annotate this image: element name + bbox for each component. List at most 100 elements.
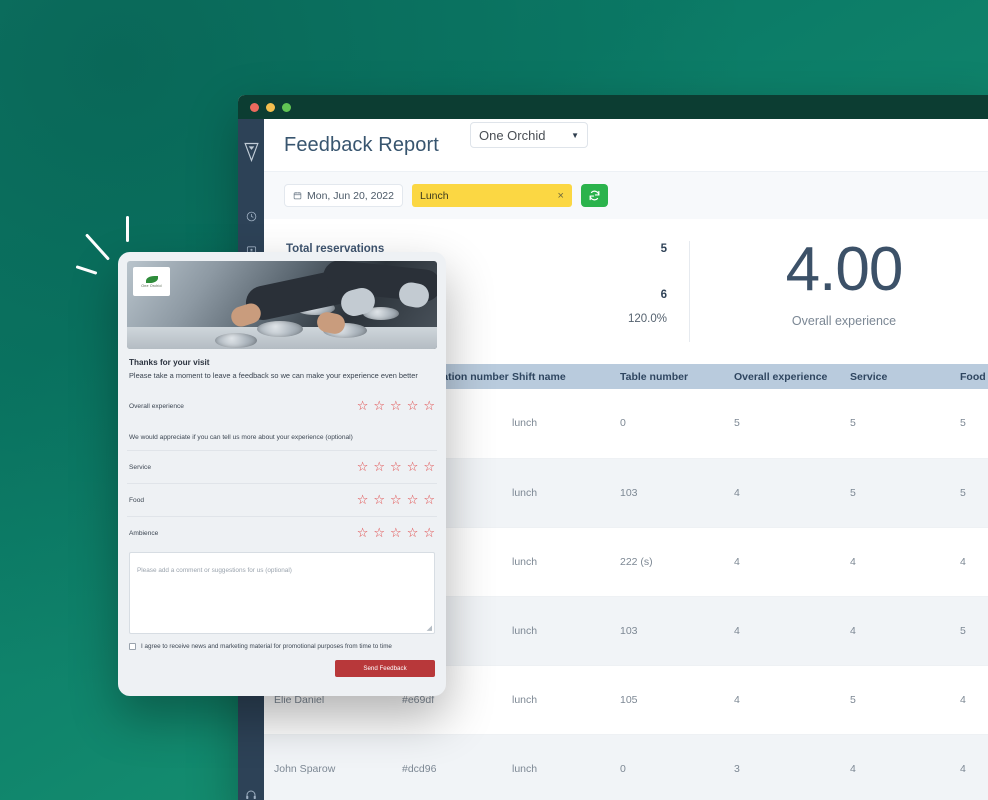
- feedback-title: Thanks for your visit: [129, 358, 210, 367]
- restaurant-hero-image: One Orchid: [127, 261, 437, 349]
- stat-value: 5: [660, 243, 667, 255]
- plate: [257, 321, 303, 337]
- sidebar-item-support[interactable]: [238, 789, 264, 800]
- shift-filter-tag[interactable]: Lunch ×: [411, 184, 572, 207]
- star-icon[interactable]: ☆: [373, 400, 385, 413]
- close-button[interactable]: [250, 102, 259, 112]
- cell-service: 5: [840, 458, 950, 528]
- star-icon[interactable]: ☆: [357, 461, 369, 474]
- feedback-subtitle: Please take a moment to leave a feedback…: [129, 371, 418, 380]
- star-icon[interactable]: ☆: [423, 527, 435, 540]
- star-icon[interactable]: ☆: [373, 527, 385, 540]
- top-bar: Feedback Report One Orchid ▼: [264, 119, 988, 171]
- cell-table-number: 0: [610, 389, 724, 459]
- cell-food: 5: [950, 458, 988, 528]
- star-icon[interactable]: ☆: [407, 494, 419, 507]
- cell-shift-name: lunch: [502, 458, 610, 528]
- cell-food: 4: [950, 665, 988, 735]
- star-icon[interactable]: ☆: [390, 400, 402, 413]
- window-titlebar: [238, 95, 988, 119]
- calendar-icon: [293, 192, 302, 200]
- column-header-food[interactable]: Food: [950, 364, 988, 389]
- cell-table-number: 222 (s): [610, 527, 724, 597]
- star-icon[interactable]: ☆: [407, 527, 419, 540]
- cell-table-number: 105: [610, 665, 724, 735]
- send-button-row: Send Feedback: [127, 650, 437, 677]
- star-rating-service[interactable]: ☆ ☆ ☆ ☆ ☆: [357, 461, 435, 474]
- venue-logo-icon[interactable]: [243, 141, 260, 163]
- headset-icon: [246, 790, 256, 799]
- rating-row-food[interactable]: Food ☆ ☆ ☆ ☆ ☆: [127, 483, 437, 516]
- date-picker-value: Mon, Jun 20, 2022: [307, 189, 394, 202]
- column-header-overall[interactable]: Overall experience: [724, 364, 840, 389]
- cell-service: 4: [840, 527, 950, 597]
- star-icon[interactable]: ☆: [390, 461, 402, 474]
- star-rating-food[interactable]: ☆ ☆ ☆ ☆ ☆: [357, 494, 435, 507]
- consent-label: I agree to receive news and marketing ma…: [141, 643, 392, 650]
- cell-guest-name: John Sparow: [264, 734, 392, 800]
- column-header-table-number[interactable]: Table number: [610, 364, 724, 389]
- rating-label: Ambience: [129, 529, 159, 537]
- venue-select[interactable]: One Orchid ▼: [470, 122, 588, 148]
- cell-shift-name: lunch: [502, 389, 610, 459]
- rating-row-overall[interactable]: Overall experience ☆ ☆ ☆ ☆ ☆: [127, 390, 437, 423]
- send-feedback-button[interactable]: Send Feedback: [335, 660, 435, 677]
- star-rating-overall[interactable]: ☆ ☆ ☆ ☆ ☆: [357, 400, 435, 413]
- cell-shift-name: lunch: [502, 734, 610, 800]
- rating-label: Overall experience: [129, 403, 184, 410]
- cell-table-number: 103: [610, 596, 724, 666]
- overall-score-value: 4.00: [785, 235, 904, 304]
- star-icon[interactable]: ☆: [373, 461, 385, 474]
- sidebar-item-history[interactable]: [238, 199, 264, 233]
- star-icon[interactable]: ☆: [407, 400, 419, 413]
- rating-label: Food: [129, 496, 145, 504]
- table-row[interactable]: John Sparow #dcd96 lunch 0 3 4 4: [264, 734, 988, 800]
- star-icon[interactable]: ☆: [357, 400, 369, 413]
- cell-service: 5: [840, 665, 950, 735]
- clock-icon: [246, 211, 256, 221]
- column-header-service[interactable]: Service: [840, 364, 950, 389]
- column-header-shift-name[interactable]: Shift name: [502, 364, 610, 389]
- star-icon[interactable]: ☆: [423, 400, 435, 413]
- star-icon[interactable]: ☆: [423, 461, 435, 474]
- feedback-note: We would appreciate if you can tell us m…: [129, 434, 353, 441]
- cell-service: 5: [840, 389, 950, 459]
- cell-overall: 4: [724, 665, 840, 735]
- cell-food: 5: [950, 596, 988, 666]
- cell-overall: 4: [724, 458, 840, 528]
- zoom-button[interactable]: [282, 102, 291, 112]
- filter-bar: Mon, Jun 20, 2022 Lunch ×: [264, 171, 988, 219]
- venue-logo-wordmark: One Orchid: [141, 283, 162, 288]
- cell-food: 4: [950, 527, 988, 597]
- close-icon[interactable]: ×: [558, 190, 564, 202]
- refresh-button[interactable]: [580, 184, 608, 207]
- sparkle-line: [126, 216, 129, 242]
- stat-value: 120.0%: [627, 313, 667, 325]
- date-picker[interactable]: Mon, Jun 20, 2022: [284, 184, 403, 207]
- comment-textarea[interactable]: Please add a comment or suggestions for …: [129, 552, 435, 634]
- star-icon[interactable]: ☆: [357, 527, 369, 540]
- star-icon[interactable]: ☆: [407, 461, 419, 474]
- cell-shift-name: lunch: [502, 596, 610, 666]
- star-rating-ambience[interactable]: ☆ ☆ ☆ ☆ ☆: [357, 527, 435, 540]
- venue-logo: One Orchid: [133, 267, 170, 296]
- minimize-button[interactable]: [266, 102, 275, 112]
- page-title: Feedback Report: [284, 133, 439, 156]
- rating-row-ambience[interactable]: Ambience ☆ ☆ ☆ ☆ ☆: [127, 516, 437, 549]
- resize-handle-icon[interactable]: ◢: [427, 624, 432, 632]
- star-icon[interactable]: ☆: [373, 494, 385, 507]
- star-icon[interactable]: ☆: [390, 494, 402, 507]
- star-icon[interactable]: ☆: [390, 527, 402, 540]
- feedback-form-card: One Orchid Thanks for your visit Please …: [118, 252, 446, 696]
- cell-overall: 4: [724, 527, 840, 597]
- rating-row-service[interactable]: Service ☆ ☆ ☆ ☆ ☆: [127, 450, 437, 483]
- cell-confirmation: #dcd96: [392, 734, 502, 800]
- chevron-down-icon: ▼: [571, 130, 579, 140]
- cell-table-number: 103: [610, 458, 724, 528]
- comment-placeholder: Please add a comment or suggestions for …: [137, 567, 292, 574]
- cell-service: 4: [840, 734, 950, 800]
- star-icon[interactable]: ☆: [423, 494, 435, 507]
- star-icon[interactable]: ☆: [357, 494, 369, 507]
- consent-checkbox[interactable]: [129, 643, 136, 650]
- consent-row[interactable]: I agree to receive news and marketing ma…: [129, 643, 435, 650]
